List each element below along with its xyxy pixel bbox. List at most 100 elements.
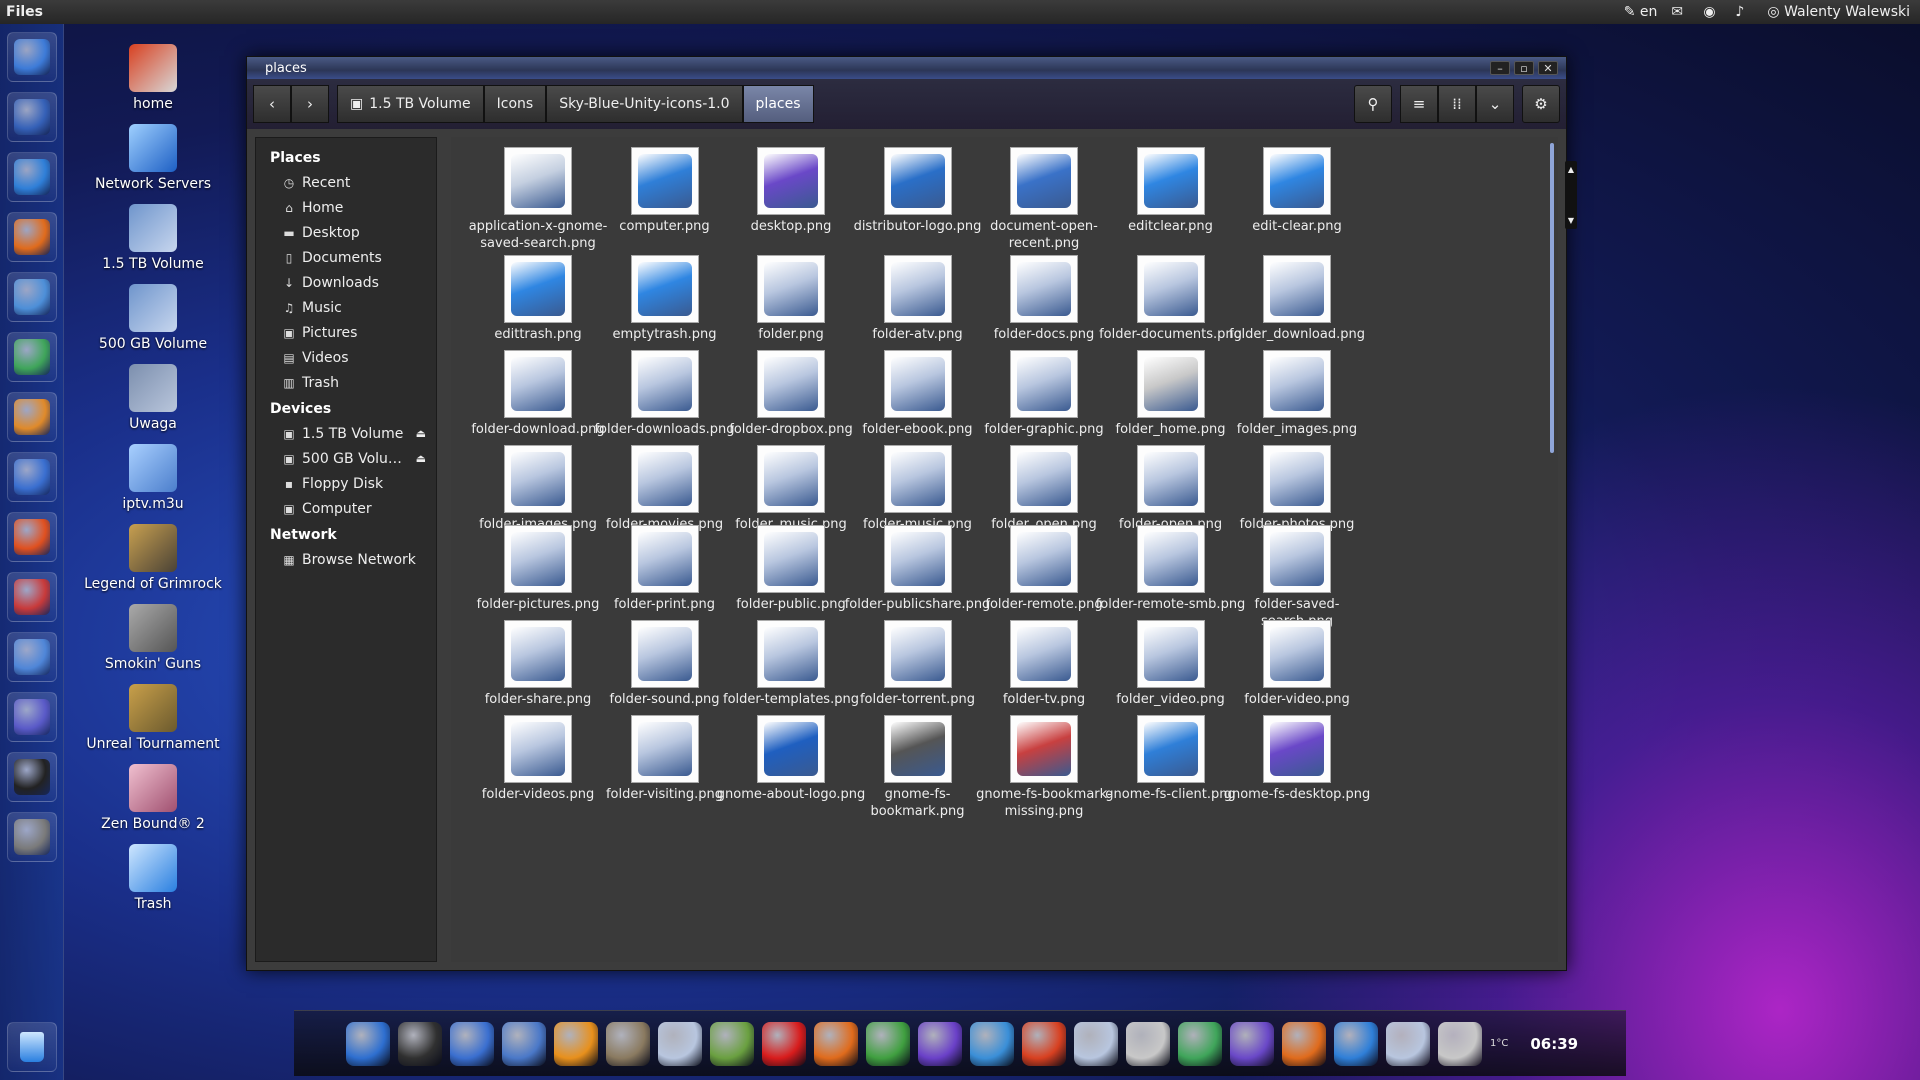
- chevron-left-icon: ‹: [269, 95, 275, 113]
- file-item[interactable]: edit-clear.png: [1222, 147, 1372, 235]
- launcher-item[interactable]: [7, 392, 57, 442]
- breadcrumb-item-current[interactable]: places: [742, 85, 814, 123]
- launcher-item[interactable]: [7, 332, 57, 382]
- sidebar-item-music[interactable]: ♫ Music: [256, 295, 436, 320]
- sidebar-item-recent[interactable]: ◷ Recent: [256, 170, 436, 195]
- desktop-icon[interactable]: Unreal Tournament: [68, 684, 238, 752]
- folder-docs-dock-icon[interactable]: [1074, 1021, 1118, 1066]
- files-dock-icon[interactable]: [658, 1021, 702, 1066]
- weather-dock-icon[interactable]: [1438, 1021, 1482, 1066]
- firefox-dock-icon[interactable]: [814, 1021, 858, 1066]
- user-menu[interactable]: ◎ Walenty Walewski: [1767, 4, 1910, 20]
- ubuntu-dock-icon[interactable]: [346, 1021, 390, 1066]
- photos-dock-icon[interactable]: [502, 1021, 546, 1066]
- download-dock-icon[interactable]: [1178, 1021, 1222, 1066]
- clock[interactable]: 06:39: [1530, 1035, 1578, 1053]
- eject-icon[interactable]: ⏏: [416, 427, 426, 440]
- close-button[interactable]: ✕: [1538, 61, 1558, 75]
- terminal-dock-icon[interactable]: [398, 1021, 442, 1066]
- sidebar-device-item[interactable]: ▪ Floppy Disk: [256, 471, 436, 496]
- launcher-item[interactable]: [7, 752, 57, 802]
- power-dock-icon[interactable]: [1282, 1021, 1326, 1066]
- desktop-icon[interactable]: home: [68, 44, 238, 112]
- sun-dock-icon[interactable]: [554, 1021, 598, 1066]
- window-titlebar[interactable]: places – ▫ ✕: [247, 57, 1566, 79]
- sidebar-item-downloads[interactable]: ↓ Downloads: [256, 270, 436, 295]
- list-view-button[interactable]: ≡: [1400, 85, 1438, 123]
- search-button[interactable]: ⚲: [1354, 85, 1392, 123]
- launcher-item[interactable]: [7, 572, 57, 622]
- network-indicator-icon[interactable]: ◉: [1703, 4, 1721, 20]
- desktop-icon[interactable]: 500 GB Volume: [68, 284, 238, 352]
- sidebar-item-trash[interactable]: ▥ Trash: [256, 370, 436, 395]
- desktop-item-icon: [129, 524, 177, 572]
- network-dock-icon[interactable]: [970, 1021, 1014, 1066]
- file-item[interactable]: folder-video.png: [1222, 620, 1372, 708]
- gimp-dock-icon[interactable]: [606, 1021, 650, 1066]
- desktop-icon-label: Legend of Grimrock: [84, 576, 222, 592]
- forward-button[interactable]: ›: [291, 85, 329, 123]
- sidebar-item-videos[interactable]: ▤ Videos: [256, 345, 436, 370]
- sidebar-device-item[interactable]: ▣ Computer: [256, 496, 436, 521]
- contacts-dock-icon[interactable]: [710, 1021, 754, 1066]
- launcher-item[interactable]: [7, 452, 57, 502]
- keyboard-indicator[interactable]: ✎ en: [1624, 4, 1658, 20]
- drive-icon: ▣: [283, 501, 295, 516]
- mail-icon[interactable]: ✉: [1671, 4, 1689, 20]
- breadcrumb-item[interactable]: Sky-Blue-Unity-icons-1.0: [546, 85, 743, 123]
- file-item[interactable]: folder_download.png: [1222, 255, 1372, 343]
- launcher-item[interactable]: [7, 152, 57, 202]
- breadcrumb-item[interactable]: Icons: [483, 85, 547, 123]
- view-options-button[interactable]: ⌄: [1476, 85, 1514, 123]
- window-scroll-indicator[interactable]: ▲ ▼: [1565, 161, 1577, 229]
- opera-dock-icon[interactable]: [762, 1021, 806, 1066]
- desktop-icon[interactable]: Legend of Grimrock: [68, 524, 238, 592]
- back-button[interactable]: ‹: [253, 85, 291, 123]
- folder-dock-icon[interactable]: [1386, 1021, 1430, 1066]
- launcher-item[interactable]: [7, 212, 57, 262]
- settings-button[interactable]: ⚙: [1522, 85, 1560, 123]
- sidebar-item-documents[interactable]: ▯ Documents: [256, 245, 436, 270]
- media-dock-icon[interactable]: [450, 1021, 494, 1066]
- file-item[interactable]: folder-photos.png: [1222, 445, 1372, 533]
- maximize-button[interactable]: ▫: [1514, 61, 1534, 75]
- file-item[interactable]: gnome-fs-desktop.png: [1222, 715, 1372, 803]
- desktop-icon[interactable]: Network Servers: [68, 124, 238, 192]
- launcher-item[interactable]: [7, 512, 57, 562]
- grid-view-button[interactable]: ⁞⁞: [1438, 85, 1476, 123]
- minimize-button[interactable]: –: [1490, 61, 1510, 75]
- blender-dock-icon[interactable]: [918, 1021, 962, 1066]
- desktop-dock-icon[interactable]: [1230, 1021, 1274, 1066]
- desktop-icon[interactable]: Smokin' Guns: [68, 604, 238, 672]
- launcher-item[interactable]: [7, 632, 57, 682]
- sidebar-item-home[interactable]: ⌂ Home: [256, 195, 436, 220]
- sidebar-device-item[interactable]: ▣ 1.5 TB Volume ⏏: [256, 421, 436, 446]
- accessibility-dock-icon[interactable]: [1334, 1021, 1378, 1066]
- vertical-scrollbar[interactable]: [1550, 143, 1554, 453]
- launcher-item[interactable]: [7, 692, 57, 742]
- launcher-item[interactable]: [7, 812, 57, 862]
- desktop-icon[interactable]: 1.5 TB Volume: [68, 204, 238, 272]
- volume-icon[interactable]: ♪: [1735, 4, 1753, 20]
- desktop-icon[interactable]: Uwaga: [68, 364, 238, 432]
- launcher-item[interactable]: [7, 32, 57, 82]
- sidebar-device-item[interactable]: ▣ 500 GB Volu… ⏏: [256, 446, 436, 471]
- desktop-icon[interactable]: iptv.m3u: [68, 444, 238, 512]
- launcher-item[interactable]: [7, 272, 57, 322]
- file-item[interactable]: folder_images.png: [1222, 350, 1372, 438]
- chrome-dock-icon[interactable]: [866, 1021, 910, 1066]
- desktop-icon[interactable]: Trash: [68, 844, 238, 912]
- home-dock-icon[interactable]: [1022, 1021, 1066, 1066]
- launcher-item[interactable]: [7, 92, 57, 142]
- launcher-trash-icon[interactable]: [7, 1022, 57, 1072]
- breadcrumb-item[interactable]: ▣ 1.5 TB Volume: [337, 85, 484, 123]
- sidebar-item-desktop[interactable]: ▬ Desktop: [256, 220, 436, 245]
- file-view[interactable]: application-x-gnome-saved-search.png comp…: [451, 137, 1558, 962]
- sidebar-item-pictures[interactable]: ▣ Pictures: [256, 320, 436, 345]
- app-menu-title[interactable]: Files: [0, 4, 43, 20]
- sidebar-item-browse-network[interactable]: ▦ Browse Network: [256, 547, 436, 572]
- desktop-icon[interactable]: Zen Bound® 2: [68, 764, 238, 832]
- search-dock-icon[interactable]: [1126, 1021, 1170, 1066]
- file-item[interactable]: folder-saved-search.png: [1222, 525, 1372, 630]
- eject-icon[interactable]: ⏏: [416, 452, 426, 465]
